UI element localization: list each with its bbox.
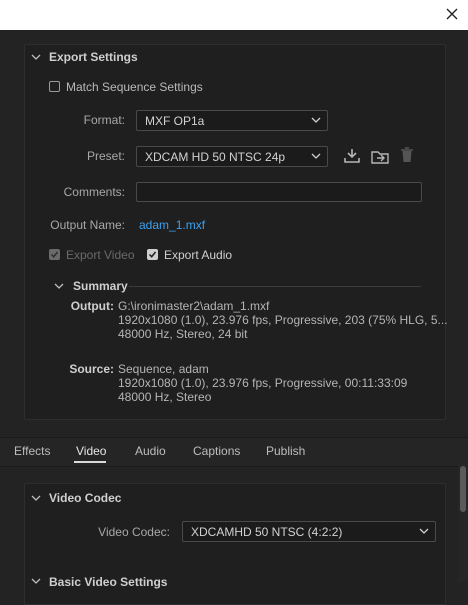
video-codec-value: XDCAMHD 50 NTSC (4:2:2)	[191, 525, 343, 539]
tab-video[interactable]: Video	[76, 444, 106, 458]
chevron-down-icon	[419, 528, 429, 534]
chevron-down-icon[interactable]	[31, 493, 41, 503]
summary-output-lines: G:\ironimaster2\adam_1.mxf 1920x1080 (1.…	[118, 299, 448, 341]
delete-preset-icon[interactable]	[399, 146, 415, 164]
tab-publish[interactable]: Publish	[266, 444, 305, 458]
tab-captions[interactable]: Captions	[193, 444, 240, 458]
summary-source-key: Source:	[69, 362, 114, 376]
export-settings-title: Export Settings	[49, 50, 138, 64]
match-sequence-checkbox[interactable]	[49, 81, 60, 92]
title-bar	[0, 0, 468, 30]
save-preset-icon[interactable]	[343, 147, 361, 165]
summary-source-video: 1920x1080 (1.0), 23.976 fps, Progressive…	[118, 376, 408, 390]
format-dropdown[interactable]: MXF OP1a	[136, 110, 328, 131]
summary-output-path: G:\ironimaster2\adam_1.mxf	[118, 299, 270, 313]
summary-divider	[129, 286, 421, 287]
summary-source-audio: 48000 Hz, Stereo	[118, 390, 212, 404]
chevron-down-icon[interactable]	[54, 281, 64, 291]
summary-title: Summary	[73, 279, 128, 293]
preset-value: XDCAM HD 50 NTSC 24p	[145, 150, 286, 164]
match-sequence-label[interactable]: Match Sequence Settings	[66, 80, 203, 94]
scrollbar-thumb[interactable]	[460, 466, 466, 512]
output-name-link[interactable]: adam_1.mxf	[139, 218, 205, 232]
export-video-label: Export Video	[66, 248, 135, 262]
comments-field[interactable]	[136, 182, 422, 202]
active-tab-indicator	[74, 461, 106, 463]
basic-video-settings-title: Basic Video Settings	[49, 575, 168, 589]
comments-label: Comments:	[63, 185, 125, 199]
chevron-down-icon	[311, 153, 321, 159]
summary-output-video: 1920x1080 (1.0), 23.976 fps, Progressive…	[118, 313, 448, 327]
checkmark-icon	[148, 251, 157, 258]
summary-output-audio: 48000 Hz, Stereo, 24 bit	[118, 327, 248, 341]
summary-output-key: Output:	[70, 299, 114, 313]
video-codec-dropdown[interactable]: XDCAMHD 50 NTSC (4:2:2)	[182, 521, 436, 542]
export-audio-label[interactable]: Export Audio	[164, 248, 232, 262]
preset-label: Preset:	[86, 149, 125, 163]
checkmark-icon	[50, 251, 59, 258]
close-icon	[446, 8, 458, 20]
import-preset-icon[interactable]	[370, 147, 390, 165]
chevron-down-icon	[311, 117, 321, 123]
export-audio-checkbox[interactable]	[147, 249, 158, 260]
summary-source-name: Sequence, adam	[118, 362, 209, 376]
chevron-down-icon[interactable]	[31, 576, 41, 586]
output-name-label: Output Name:	[50, 218, 125, 232]
format-value: MXF OP1a	[145, 114, 205, 128]
tab-effects[interactable]: Effects	[14, 444, 50, 458]
chevron-down-icon[interactable]	[31, 52, 41, 62]
video-codec-label: Video Codec:	[98, 525, 170, 539]
format-label: Format:	[83, 113, 125, 127]
export-video-checkbox[interactable]	[49, 249, 60, 260]
preset-dropdown[interactable]: XDCAM HD 50 NTSC 24p	[136, 146, 328, 167]
summary-source-lines: Sequence, adam 1920x1080 (1.0), 23.976 f…	[118, 362, 407, 404]
close-button[interactable]	[442, 4, 462, 24]
video-codec-title: Video Codec	[49, 491, 122, 505]
tab-audio[interactable]: Audio	[135, 444, 166, 458]
